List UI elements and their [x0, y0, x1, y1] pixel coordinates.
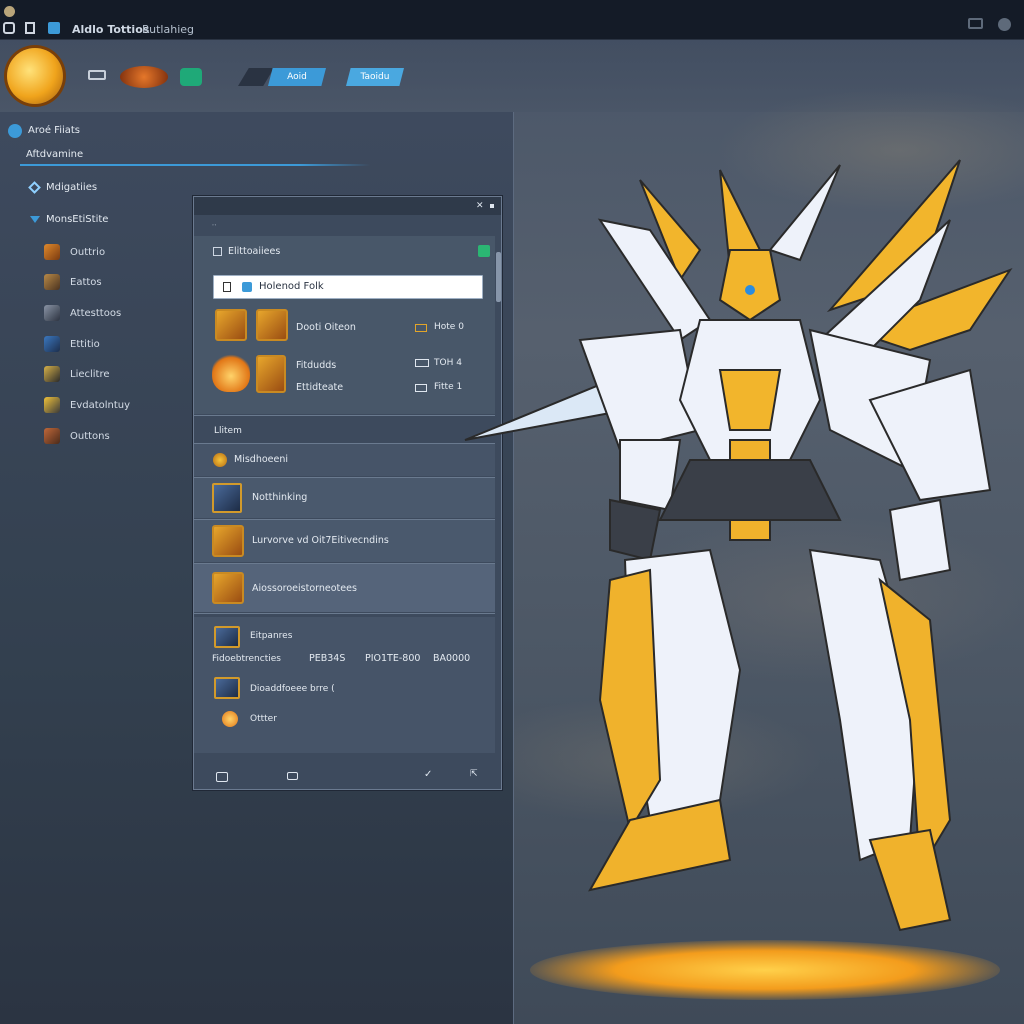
battery-icon[interactable] [88, 70, 106, 80]
small-box-icon [213, 247, 222, 256]
search-input[interactable]: Holenod Folk [259, 281, 324, 292]
square-icon[interactable] [287, 772, 298, 780]
list-item-4: Aiossoroeistorneotees [252, 583, 357, 594]
mech-robot-artwork [464, 159, 1013, 932]
game-screen: { "titlebar": { "app_name": "Aldlo Totti… [0, 0, 1024, 1024]
panel-header: Aroé Fiiats [28, 125, 81, 136]
mech-icon [44, 366, 60, 382]
profile-icon[interactable] [998, 18, 1011, 31]
tag-icon [415, 359, 429, 367]
gem-icon [212, 483, 242, 513]
stats-row3-label: Dioaddfoeee brre ( [250, 684, 335, 694]
stats-row2-label: Fidoebtrencties [212, 654, 281, 664]
app-logo-icon [48, 22, 60, 34]
nav-item-eattos[interactable]: Eattos [44, 273, 102, 291]
subheader-underline [20, 164, 370, 166]
menu-label[interactable]: Rutlahieg [142, 23, 194, 36]
document-icon[interactable] [25, 22, 35, 34]
coin-icon [213, 453, 227, 467]
stats-row4-label: Ottter [250, 714, 277, 724]
back-icon[interactable] [216, 772, 228, 782]
title-bar: Aldlo Tottios Rutlahieg [0, 0, 1024, 40]
stats-row1-label: Eitpanres [250, 631, 293, 641]
check-mark-icon[interactable]: ✓ [424, 769, 432, 780]
fire-emblem-icon[interactable] [120, 66, 168, 88]
rune-icon [212, 572, 244, 604]
fire-icon [44, 244, 60, 260]
item-tile-1[interactable] [215, 309, 247, 341]
armor-icon [44, 305, 60, 321]
lightning-icon [44, 397, 60, 413]
search-icon [242, 282, 252, 292]
item-tile-3[interactable] [256, 355, 286, 393]
gold-medal-icon[interactable] [7, 48, 63, 104]
stat-icon-2 [214, 677, 240, 699]
nav-item-outtons[interactable]: Outtons [44, 427, 110, 445]
creature-icon [44, 274, 60, 290]
diamond-icon [28, 181, 41, 194]
tab-aoid[interactable]: Aoid [268, 68, 326, 86]
section-1[interactable]: Mdigatiies [46, 182, 97, 193]
dialog-tiny-label: ˑˑ [212, 222, 217, 230]
list-item-2: Notthinking [252, 492, 308, 503]
flame-icon[interactable] [212, 352, 250, 392]
section-2[interactable]: MonsEtiStite [46, 214, 108, 225]
scroll-icon [212, 525, 244, 557]
fire-small-icon [222, 711, 238, 727]
stat-icon-1 [214, 626, 240, 648]
panel-subheader[interactable]: Aftdvamine [26, 149, 83, 160]
nav-item-outtrio[interactable]: Outtrio [44, 243, 105, 261]
snowflake-icon [8, 124, 22, 138]
tab-taoidu[interactable]: Taoidu [346, 68, 404, 86]
doc-icon [223, 282, 231, 292]
nav-item-lieclitre[interactable]: Lieclitre [44, 365, 110, 383]
stat-value-2: PIO1TE-800 [365, 653, 421, 664]
camera-icon[interactable] [968, 18, 983, 29]
item-name-2[interactable]: Fitdudds [296, 360, 336, 371]
tag-icon-2 [415, 384, 427, 392]
list-item-3: Lurvorve vd Oit7Eitivecndins [252, 535, 389, 546]
arrow-tab-icon [238, 68, 274, 86]
stat-value-1: PEB34S [309, 653, 346, 664]
search-field[interactable]: Holenod Folk [213, 275, 483, 299]
item-tile-2[interactable] [256, 309, 288, 341]
check-icon [415, 324, 427, 332]
dialog-title: Elittoaiiees [228, 246, 281, 257]
nav-item-ettitio[interactable]: Ettitio [44, 335, 100, 353]
fire-streak [530, 940, 1000, 1000]
app-icon [4, 6, 15, 17]
beast-icon [44, 428, 60, 444]
list-item-1: Misdhoeeni [234, 454, 288, 465]
app-title: Aldlo Tottios [72, 23, 150, 36]
chevron-down-icon[interactable] [30, 216, 40, 223]
item-name-1[interactable]: Dooti Oiteon [296, 322, 356, 333]
list-section-label: Llitem [214, 426, 242, 436]
shield-icon [44, 336, 60, 352]
green-gem-icon[interactable] [180, 68, 202, 86]
top-bar: Aoid Taoidu [0, 40, 1024, 112]
nav-item-attesttoos[interactable]: Attesttoos [44, 304, 121, 322]
item-name-3[interactable]: Ettidteate [296, 382, 343, 393]
window-icon[interactable] [3, 22, 15, 34]
nav-item-evdatolntuy[interactable]: Evdatolntuy [44, 396, 130, 414]
